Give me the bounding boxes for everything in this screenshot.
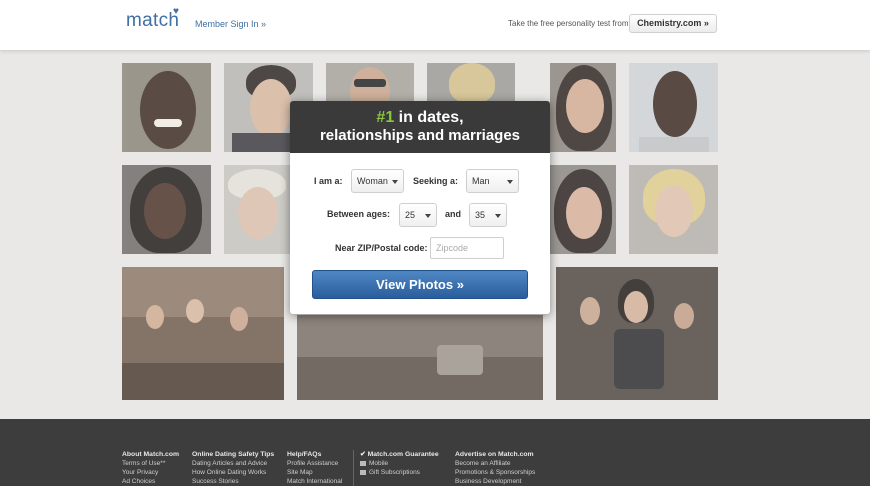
zipcode-input[interactable]: Zipcode: [430, 237, 504, 259]
member-photo: [427, 63, 515, 101]
footer-heading[interactable]: Help/FAQs: [287, 450, 342, 459]
member-photo: [224, 165, 290, 254]
footer-col-help: Help/FAQs Profile Assistance Site Map Ma…: [287, 450, 342, 486]
member-photo: [550, 63, 616, 152]
between-ages-label: Between ages:: [327, 209, 391, 219]
view-photos-button[interactable]: View Photos »: [312, 270, 528, 299]
footer-divider: [353, 450, 354, 486]
footer-col-about: About Match.com Terms of Use** Your Priv…: [122, 450, 179, 486]
zip-label: Near ZIP/Postal code:: [335, 243, 428, 253]
chevron-down-icon: [392, 180, 398, 184]
age-min-value: 25: [405, 210, 416, 220]
chevron-down-icon: [425, 214, 431, 218]
age-max-select[interactable]: 35: [469, 203, 507, 227]
member-photo: [122, 63, 211, 152]
i-am-select[interactable]: Woman: [351, 169, 404, 193]
chevron-down-icon: [507, 180, 513, 184]
footer-link[interactable]: Become an Affiliate: [455, 459, 535, 468]
seeking-select[interactable]: Man: [466, 169, 519, 193]
footer-col-safety: Online Dating Safety Tips Dating Article…: [192, 450, 274, 486]
seeking-label: Seeking a:: [413, 176, 459, 186]
seeking-value: Man: [472, 176, 490, 186]
footer-link[interactable]: Gift Subscriptions: [360, 468, 439, 477]
site-header: match ♥ Member Sign In » Take the free p…: [0, 0, 870, 50]
mobile-icon: [360, 460, 366, 466]
footer-link-text: Mobile: [369, 460, 389, 467]
member-photo: [629, 63, 718, 152]
site-footer: About Match.com Terms of Use** Your Priv…: [0, 419, 870, 486]
i-am-value: Woman: [357, 176, 388, 186]
headline-line2: relationships and marriages: [319, 127, 521, 144]
member-photo: [297, 315, 543, 400]
member-photo: [629, 165, 718, 254]
footer-link[interactable]: Terms of Use**: [122, 459, 179, 468]
chemistry-button[interactable]: Chemistry.com »: [629, 14, 717, 33]
footer-link[interactable]: Match International: [287, 477, 342, 486]
footer-col-advertise: Advertise on Match.com Become an Affilia…: [455, 450, 535, 486]
footer-link[interactable]: Mobile: [360, 459, 439, 468]
footer-link[interactable]: Your Privacy: [122, 468, 179, 477]
footer-heading[interactable]: Advertise on Match.com: [455, 450, 535, 459]
footer-link[interactable]: How Online Dating Works: [192, 468, 274, 477]
footer-link-text: Gift Subscriptions: [369, 469, 420, 476]
match-logo[interactable]: match ♥: [126, 6, 180, 32]
footer-link[interactable]: Success Stories: [192, 477, 274, 486]
footer-col-guarantee: ✔ Match.com Guarantee Mobile Gift Subscr…: [360, 450, 439, 477]
age-min-select[interactable]: 25: [399, 203, 437, 227]
member-photo: [122, 267, 284, 400]
search-card: #1 in dates, relationships and marriages…: [290, 101, 550, 314]
personality-test-promo: Take the free personality test from: [508, 19, 629, 28]
headline-number: #1: [376, 109, 395, 126]
heart-icon: ♥: [173, 6, 180, 17]
footer-heading[interactable]: About Match.com: [122, 450, 179, 459]
headline-text: in dates,: [394, 109, 464, 126]
footer-link[interactable]: Business Development: [455, 477, 535, 486]
footer-link[interactable]: Promotions & Sponsorships: [455, 468, 535, 477]
footer-heading[interactable]: ✔ Match.com Guarantee: [360, 450, 439, 459]
member-photo: [556, 267, 718, 400]
card-headline: #1 in dates, relationships and marriages: [290, 101, 550, 153]
chevron-down-icon: [495, 214, 501, 218]
member-photo: [326, 63, 414, 101]
footer-heading[interactable]: Online Dating Safety Tips: [192, 450, 274, 459]
checkmark-icon: ✔: [360, 451, 368, 458]
footer-link[interactable]: Ad Choices: [122, 477, 179, 486]
member-photo: [122, 165, 211, 254]
footer-heading-text: Match.com Guarantee: [367, 451, 439, 458]
footer-link[interactable]: Site Map: [287, 468, 342, 477]
gift-icon: [360, 469, 366, 475]
footer-link[interactable]: Profile Assistance: [287, 459, 342, 468]
member-photo: [550, 165, 616, 254]
age-max-value: 35: [475, 210, 486, 220]
logo-text: match: [126, 10, 180, 31]
i-am-label: I am a:: [314, 176, 343, 186]
footer-link[interactable]: Dating Articles and Advice: [192, 459, 274, 468]
member-sign-in-link[interactable]: Member Sign In »: [195, 19, 266, 29]
ages-and-label: and: [445, 209, 462, 219]
